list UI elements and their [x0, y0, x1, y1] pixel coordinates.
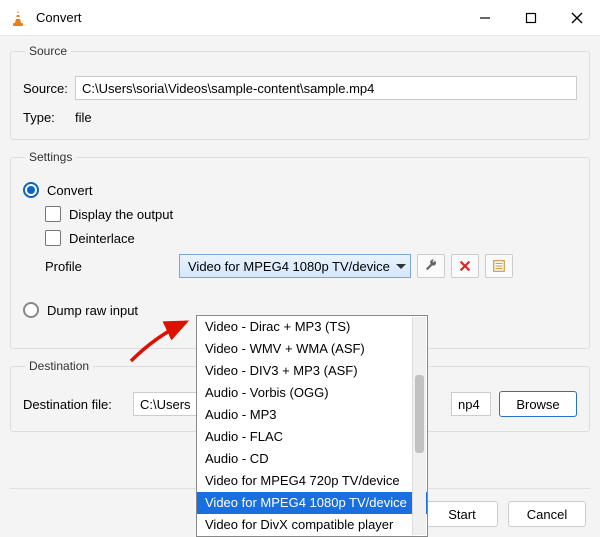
profile-combobox[interactable]: Video for MPEG4 1080p TV/device	[179, 254, 411, 278]
dropdown-scrollbar[interactable]	[412, 317, 426, 535]
dropdown-item[interactable]: Video - WMV + WMA (ASF)	[197, 338, 427, 360]
destination-label: Destination file:	[23, 397, 133, 412]
profile-selected-text: Video for MPEG4 1080p TV/device	[188, 259, 396, 274]
client-area: Source Source: Type: file Settings Conve…	[0, 36, 600, 537]
checkbox-icon	[45, 206, 61, 222]
source-label: Source:	[23, 81, 75, 96]
window-title: Convert	[36, 10, 82, 25]
dropdown-item[interactable]: Audio - Vorbis (OGG)	[197, 382, 427, 404]
deinterlace-label: Deinterlace	[69, 231, 135, 246]
display-output-checkbox[interactable]: Display the output	[45, 206, 577, 222]
destination-input[interactable]	[133, 392, 197, 416]
destination-input-right[interactable]	[451, 392, 491, 416]
edit-profile-button[interactable]	[417, 254, 445, 278]
browse-button[interactable]: Browse	[499, 391, 577, 417]
dropdown-item[interactable]: Video for MPEG4 720p TV/device	[197, 470, 427, 492]
settings-legend: Settings	[25, 150, 76, 164]
dropdown-item[interactable]: Video for DivX compatible player	[197, 514, 427, 536]
display-output-label: Display the output	[69, 207, 173, 222]
dropdown-item[interactable]: Video - Dirac + MP3 (TS)	[197, 316, 427, 338]
type-label: Type:	[23, 110, 75, 125]
dropdown-item[interactable]: Audio - FLAC	[197, 426, 427, 448]
source-group: Source Source: Type: file	[10, 44, 590, 140]
profile-dropdown-list[interactable]: Video - Dirac + MP3 (TS)Video - WMV + WM…	[196, 315, 428, 537]
close-button[interactable]	[554, 0, 600, 36]
chevron-down-icon	[396, 264, 406, 269]
type-value: file	[75, 110, 92, 125]
destination-legend: Destination	[25, 359, 93, 373]
dropdown-item[interactable]: Video - DIV3 + MP3 (ASF)	[197, 360, 427, 382]
dump-raw-label: Dump raw input	[47, 303, 138, 318]
wrench-icon	[424, 259, 438, 273]
cancel-button[interactable]: Cancel	[508, 501, 586, 527]
convert-radio[interactable]: Convert	[23, 182, 577, 198]
new-list-icon	[492, 259, 506, 273]
radio-icon	[23, 182, 39, 198]
dialog-footer: Start Cancel	[426, 501, 586, 527]
radio-icon	[23, 302, 39, 318]
dropdown-item[interactable]: Audio - MP3	[197, 404, 427, 426]
maximize-button[interactable]	[508, 0, 554, 36]
source-input[interactable]	[75, 76, 577, 100]
source-legend: Source	[25, 44, 71, 58]
minimize-button[interactable]	[462, 0, 508, 36]
profile-label: Profile	[23, 259, 173, 274]
titlebar: Convert	[0, 0, 600, 36]
deinterlace-checkbox[interactable]: Deinterlace	[45, 230, 577, 246]
checkbox-icon	[45, 230, 61, 246]
new-profile-button[interactable]	[485, 254, 513, 278]
dropdown-item[interactable]: Video for MPEG4 1080p TV/device	[197, 492, 427, 514]
delete-profile-button[interactable]	[451, 254, 479, 278]
scrollbar-thumb[interactable]	[415, 375, 424, 453]
dropdown-item[interactable]: Audio - CD	[197, 448, 427, 470]
delete-x-icon	[458, 259, 472, 273]
start-button[interactable]: Start	[426, 501, 498, 527]
window-controls	[462, 0, 600, 36]
convert-radio-label: Convert	[47, 183, 93, 198]
vlc-cone-icon	[8, 8, 28, 28]
